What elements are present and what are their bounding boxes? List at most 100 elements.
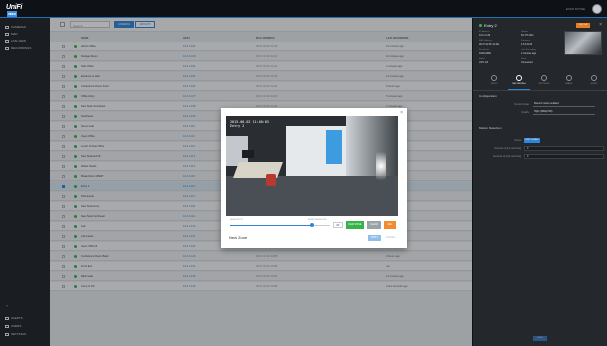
- post-recording-input[interactable]: 0: [524, 154, 604, 159]
- sensitivity-handle[interactable]: [310, 223, 314, 227]
- sidebar-item-users[interactable]: USERS: [5, 323, 49, 329]
- sidebar-item-label: LIVE VIEW: [11, 39, 27, 43]
- avatar[interactable]: [592, 4, 602, 14]
- tab-label: VIDEO: [490, 83, 498, 85]
- sidebar-item-label: MAP: [11, 32, 18, 36]
- pre-recording-input[interactable]: 0: [524, 146, 604, 151]
- info-value: 00:27:22:4F:12:AE: [479, 43, 499, 46]
- sensitivity-value[interactable]: 82: [333, 222, 343, 228]
- user-name[interactable]: EVAN STONE: [566, 7, 585, 11]
- edit-zones-button[interactable]: EDIT ZONES: [524, 138, 540, 143]
- more-sensitive-label: MORE SENSITIVE: [308, 219, 327, 221]
- live-view-icon: [5, 39, 9, 43]
- recording-icon: [516, 75, 522, 81]
- tab-recording[interactable]: RECORDING: [508, 75, 530, 90]
- gear-icon: [5, 332, 9, 336]
- scene-monitor: [242, 150, 254, 158]
- quality-label: Quality: [521, 111, 529, 114]
- map-icon: [5, 32, 9, 36]
- settings-icon: [541, 75, 547, 81]
- bell-icon: [5, 316, 9, 320]
- sidebar-item-label: CAMERAS: [11, 25, 26, 29]
- info-value: Connected: [521, 61, 533, 64]
- info-value: 4.5.9.1123: [521, 43, 533, 46]
- logo-suffix: VIDEO: [7, 11, 17, 18]
- logo-text: UniFi: [6, 4, 22, 11]
- sidebar-item-recordings[interactable]: RECORDINGS: [5, 45, 49, 51]
- close-icon[interactable]: ×: [400, 110, 403, 116]
- pre-recording-label: Seconds of pre-recording: [494, 147, 521, 150]
- motion-detection-heading: Motion Detection: [479, 126, 502, 130]
- zones-label: Zones: [514, 139, 521, 142]
- tab-settings[interactable]: SETTINGS: [533, 75, 555, 90]
- new-zone-button[interactable]: NEW ZONE: [346, 221, 364, 229]
- clear-zone-button[interactable]: CLEAR: [367, 221, 381, 229]
- info-value: 5d 17h 30m: [521, 34, 534, 37]
- info-value: 10.0.1.116: [479, 34, 491, 37]
- camera-snapshot[interactable]: 2015-06-02 11:40:03 Entry 2: [226, 116, 398, 216]
- sidebar: CAMERAS MAP LIVE VIEW RECORDINGS « ALERT…: [0, 18, 50, 346]
- sensitivity-slider[interactable]: [230, 225, 330, 226]
- sidebar-item-label: SETTINGS: [11, 332, 27, 336]
- apply-button[interactable]: APPLY: [368, 235, 381, 241]
- sidebar-item-live-view[interactable]: LIVE VIEW: [5, 38, 49, 44]
- sensitivity-label: SENSITIVITY: [230, 219, 244, 221]
- top-bar: UniFiVIDEO EVAN STONE: [0, 0, 607, 18]
- scene-chair: [266, 174, 276, 186]
- close-icon[interactable]: ×: [599, 22, 602, 28]
- sidebar-item-alerts[interactable]: ALERTS: [5, 315, 49, 321]
- tab-video[interactable]: VIDEO: [483, 75, 505, 90]
- tab-stats[interactable]: STATS: [583, 75, 605, 90]
- info-value: UVC G3: [479, 61, 488, 64]
- app-logo[interactable]: UniFiVIDEO: [6, 4, 32, 18]
- video-timestamp: 2015-06-02 11:40:03 Entry 2: [230, 120, 269, 128]
- users-icon: [5, 324, 9, 328]
- tab-label: RECORDING: [512, 83, 526, 85]
- panel-title-text: Entry 2: [484, 23, 497, 28]
- record-mode-select[interactable]: Record motion enabled: [533, 102, 595, 107]
- sidebar-item-settings[interactable]: SETTINGS: [5, 331, 49, 337]
- timestamp-camera: Entry 2: [230, 124, 245, 128]
- sidebar-item-label: USERS: [11, 324, 22, 328]
- scene-floor: [226, 176, 398, 216]
- info-label: MAC Address: [479, 40, 493, 42]
- motion-zone-dialog: × 2015-06-02 11:40:03 Entry 2 SENSITIVIT…: [221, 108, 407, 248]
- configuration-heading: Configuration: [479, 94, 497, 98]
- tab-label: IMAGE: [565, 83, 573, 85]
- info-label: Resolution: [479, 49, 490, 51]
- model-badge: UVC G3: [576, 23, 590, 28]
- panel-tabs: VIDEO RECORDING SETTINGS IMAGE STATS: [473, 73, 607, 91]
- tab-label: STATS: [590, 83, 598, 85]
- zone-name[interactable]: New Zone: [229, 235, 247, 240]
- video-icon: [491, 75, 497, 81]
- camera-details-panel: Entry 2 UVC G3 × IP Address 10.0.1.116 Upt…: [472, 18, 607, 346]
- camera-thumbnail[interactable]: [564, 31, 602, 55]
- sidebar-item-cameras[interactable]: CAMERAS: [5, 24, 49, 30]
- camera-icon: [5, 25, 9, 29]
- save-button[interactable]: SAVE: [533, 336, 547, 341]
- collapse-icon[interactable]: «: [6, 303, 8, 308]
- quality-select[interactable]: High (1080p/720): [533, 110, 595, 115]
- image-icon: [566, 75, 572, 81]
- tab-image[interactable]: IMAGE: [558, 75, 580, 90]
- scene-door: [326, 130, 342, 164]
- cancel-button[interactable]: CANCEL: [384, 235, 397, 241]
- delete-zone-button[interactable]: DEL: [384, 221, 396, 229]
- info-label: State: [521, 58, 527, 60]
- scene-light: [376, 146, 386, 186]
- sidebar-item-map[interactable]: MAP: [5, 31, 49, 37]
- info-value: 1920x1080: [479, 52, 491, 55]
- recordings-icon: [5, 46, 9, 50]
- info-label: Uptime: [521, 31, 528, 33]
- sensitivity-fill: [230, 225, 312, 226]
- stats-icon: [591, 75, 597, 81]
- info-value: 2 minutes ago: [521, 52, 537, 55]
- info-label: Firmware: [521, 40, 531, 42]
- info-label: Last Recording: [521, 49, 536, 51]
- post-recording-label: Seconds of post-recording: [493, 155, 521, 158]
- sidebar-item-label: RECORDINGS: [11, 46, 32, 50]
- status-dot: [479, 24, 482, 27]
- sidebar-item-label: ALERTS: [11, 316, 23, 320]
- record-mode-label: Record mode: [514, 103, 529, 106]
- panel-title: Entry 2: [479, 23, 497, 28]
